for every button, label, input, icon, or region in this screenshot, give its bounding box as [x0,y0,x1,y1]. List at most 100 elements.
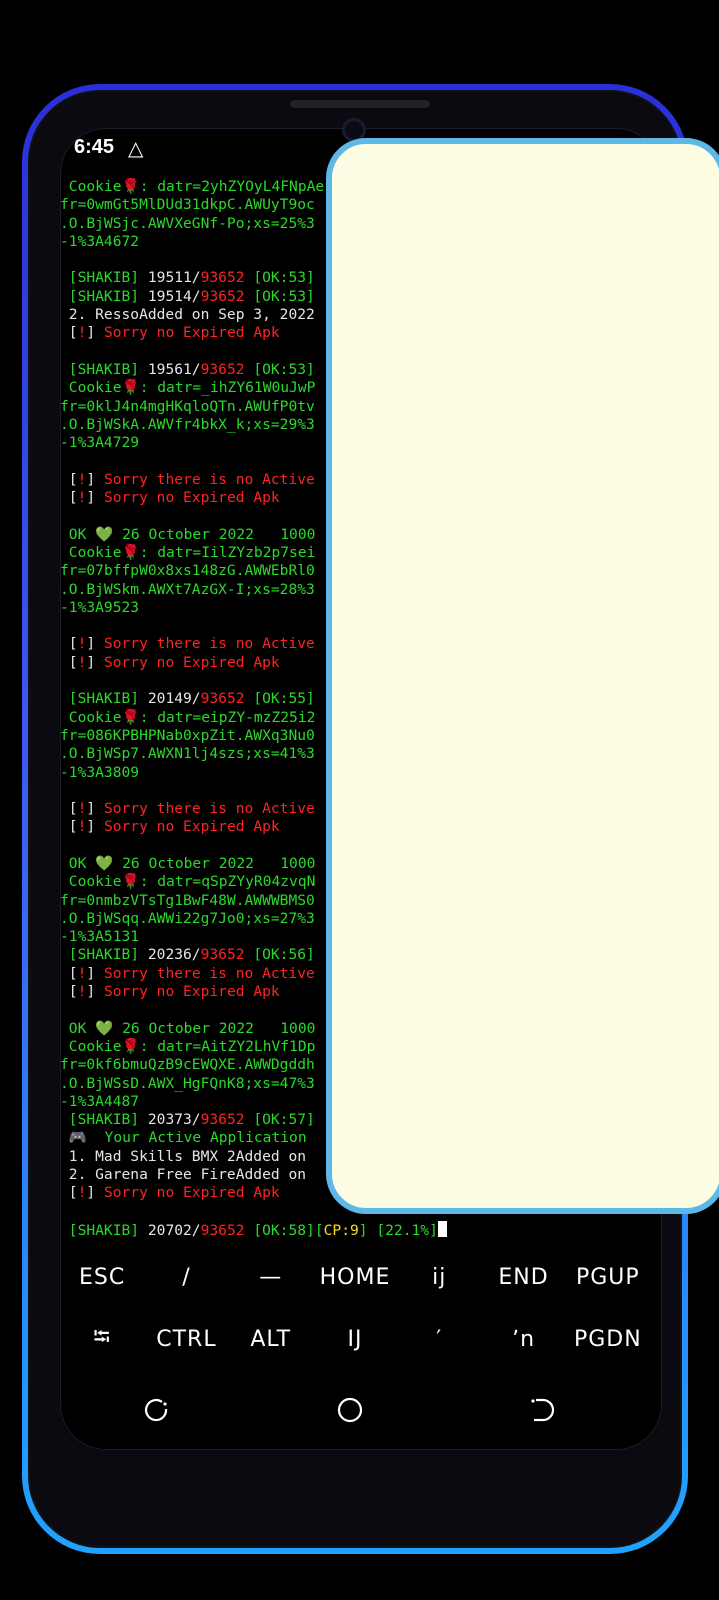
terminal-text: 2. RessoAdded on Sep 3, 2022 [60,306,315,324]
terminal-text: -1%3A5131 [60,928,140,946]
terminal-text: [ [60,653,78,671]
terminal-text: Cookie [60,178,122,195]
terminal-text: ] [86,324,104,342]
extra-key-pgdn[interactable]: PGDN [566,1327,650,1352]
terminal-text: 🌹 [121,873,140,891]
extra-key-[interactable]: / [144,1265,228,1290]
terminal-text: Sorry no Expired Apk [103,983,280,1001]
terminal-text: Cookie [60,1037,122,1055]
terminal-text: 26 October 2022 1000 [113,1019,316,1037]
extra-key-ij[interactable]: IJ [313,1327,397,1352]
terminal-text: 🎮 [60,1129,105,1147]
extra-key-esc[interactable]: ESC [60,1265,144,1290]
terminal-text: 19511/ [147,269,201,287]
terminal-text: 20373/ [147,1111,201,1129]
speaker-grille [290,100,430,108]
terminal-text: 💚 [95,854,114,872]
terminal-text: OK [60,525,96,543]
terminal-text: 💚 [95,1019,114,1037]
terminal-text: [SHAKIB] [60,690,148,708]
terminal-text: fr=0kf6bmuQzB9cEWQXE.AWWDgddh [60,1056,315,1074]
status-time: 6:45 [74,136,115,158]
terminal-text: [SHAKIB] [60,1111,148,1129]
home-circle-icon [337,1397,363,1423]
terminal-text: ] [86,800,104,818]
terminal-text: [ [60,635,78,653]
terminal-text: [ [60,489,78,507]
overlay-panel [326,138,719,1214]
terminal-text: Sorry no Expired Apk [103,653,280,671]
terminal-text: ] [86,1184,104,1202]
extra-key-pgup[interactable]: PGUP [566,1265,650,1290]
terminal-text: 🌹 [121,379,140,397]
terminal-text: [ [60,324,78,342]
terminal-text: fr=0wmGt5MlDUd31dkpC.AWUyT9oc [60,196,315,214]
terminal-text: : datr=IilZYzb2p7sei [139,543,316,561]
recent-apps-button[interactable] [132,1385,182,1435]
terminal-text: 🌹 [121,543,140,561]
terminal-text: [ [60,818,78,836]
extra-key-[interactable]: — [229,1265,313,1290]
terminal-text: 19514/ [147,287,201,305]
terminal-text: Cookie [60,379,122,397]
extra-key-ctrl[interactable]: CTRL [144,1327,228,1352]
back-button[interactable] [518,1385,568,1435]
terminal-text: [ [60,1184,78,1202]
terminal-text: -1%3A4487 [60,1092,140,1110]
warning-triangle-icon: △ [128,136,144,160]
home-button[interactable] [325,1385,375,1435]
terminal-text: [SHAKIB] [60,287,148,305]
terminal-text: Your Active Application [104,1129,307,1147]
terminal-text: ] [86,983,104,1001]
extra-key-ij[interactable]: ij [397,1265,481,1290]
terminal-text: : datr=eipZY-mzZ25i2 [139,708,316,726]
terminal-text: Cookie [60,708,122,726]
extra-key-[interactable]: ⭾ [60,1320,144,1358]
terminal-text: -1%3A4729 [60,434,140,452]
terminal-text: ] [86,470,104,488]
terminal-text: 19561/ [147,360,201,378]
terminal-text: -1%3A3809 [60,763,140,781]
terminal-text: [OK:56] [253,946,315,964]
terminal-text: [OK:53] [253,360,315,378]
terminal-text: 93652 [200,1221,245,1239]
terminal-text: Cookie [60,543,122,561]
navigation-bar [60,1380,640,1440]
terminal-text: [OK:57] [253,1111,315,1129]
terminal-text: 93652 [200,690,245,708]
terminal-text: 93652 [200,360,245,378]
terminal-text: ] [86,653,104,671]
terminal-text: ] [429,1221,438,1239]
terminal-text: [SHAKIB] [60,946,148,964]
terminal-text: ] [ [358,1221,386,1239]
extra-key-end[interactable]: END [481,1265,565,1290]
terminal-text: [ [60,983,78,1001]
terminal-text: [SHAKIB] [60,1221,148,1239]
terminal-text: .O.BjWSqq.AWWi22g7Jo0;xs=27%3 [60,909,315,927]
extra-keys-row-1: ESC / — HOME ij END PGUP [60,1246,650,1308]
terminal-text: 💚 [95,525,114,543]
extra-key-[interactable]: ′ [397,1327,481,1352]
terminal-text: Sorry no Expired Apk [103,818,280,836]
terminal-text: Sorry no Expired Apk [103,324,280,342]
extra-key-alt[interactable]: ALT [229,1327,313,1352]
terminal-text: -1%3A4672 [60,232,140,250]
terminal-text: .O.BjWSsD.AWX_HgFQnK8;xs=47%3 [60,1074,315,1092]
terminal-text: .O.BjWSkm.AWXt7AzGX-I;xs=28%3 [60,580,315,598]
terminal-text: .O.BjWSkA.AWVfr4bkX_k;xs=29%3 [60,415,315,433]
terminal-text: CP:9 [323,1221,359,1239]
extra-key-home[interactable]: HOME [313,1265,397,1290]
terminal-text: -1%3A9523 [60,598,140,616]
terminal-text: 🌹 [121,708,140,726]
terminal-text: 20236/ [147,946,201,964]
extra-key-n[interactable]: ʼn [481,1327,565,1352]
terminal-text: [ [60,470,78,488]
terminal-text: fr=0klJ4n4mgHKqloQTn.AWUfP0tv [60,397,315,415]
terminal-text: fr=086KPBHPNab0xpZit.AWXq3Nu0 [60,726,315,744]
terminal-text: fr=0nmbzVTsTg1BwF48W.AWWWBMS0 [60,891,315,909]
terminal-text: Cookie [60,873,122,891]
